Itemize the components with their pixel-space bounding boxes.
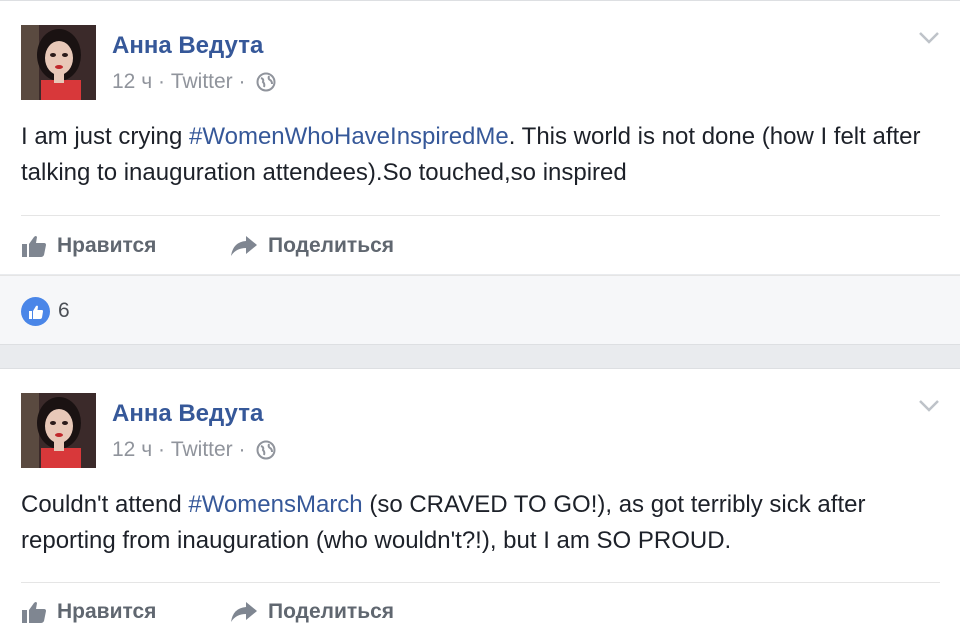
meta-separator: ·: [232, 70, 252, 93]
thumbs-up-icon: [22, 602, 46, 623]
post-source[interactable]: Twitter: [171, 70, 233, 94]
post-time[interactable]: 12 ч: [112, 438, 152, 462]
post-card: Анна Ведута 12 ч · Twitter · Couldn't at…: [0, 368, 960, 634]
hashtag-link[interactable]: #WomenWhoHaveInspiredMe: [189, 123, 509, 150]
share-arrow-icon: [231, 602, 257, 622]
author-avatar[interactable]: [21, 25, 96, 100]
like-button[interactable]: Нравится: [21, 234, 156, 258]
post-meta: 12 ч · Twitter ·: [112, 438, 276, 462]
globe-icon[interactable]: [256, 72, 276, 92]
post-text: Couldn't attend #WomensMarch (so CRAVED …: [21, 487, 941, 559]
post-text: I am just crying #WomenWhoHaveInspiredMe…: [21, 119, 941, 191]
meta-separator: ·: [152, 70, 171, 93]
divider: [21, 215, 940, 216]
share-button[interactable]: Поделиться: [230, 234, 394, 258]
author-name[interactable]: Анна Ведута: [112, 32, 263, 60]
post-text-part: I am just crying: [21, 123, 190, 150]
meta-separator: ·: [152, 438, 171, 461]
divider: [21, 582, 940, 583]
share-arrow-icon: [231, 236, 257, 256]
like-label: Нравится: [57, 234, 157, 257]
post-source[interactable]: Twitter: [171, 438, 233, 462]
post-meta: 12 ч · Twitter ·: [112, 70, 276, 94]
feed-gap: [0, 346, 960, 368]
thumbs-up-icon: [22, 236, 46, 257]
share-label: Поделиться: [268, 234, 395, 257]
globe-icon[interactable]: [256, 440, 276, 460]
hashtag-link[interactable]: #WomensMarch: [188, 491, 362, 518]
author-avatar[interactable]: [21, 393, 96, 468]
share-label: Поделиться: [268, 600, 395, 623]
post-text-part: Couldn't attend: [21, 491, 189, 518]
author-name[interactable]: Анна Ведута: [112, 400, 263, 428]
post-time[interactable]: 12 ч: [112, 70, 152, 94]
share-button[interactable]: Поделиться: [230, 600, 394, 624]
like-button[interactable]: Нравится: [21, 600, 156, 624]
chevron-down-icon[interactable]: [918, 31, 940, 45]
like-reaction-icon[interactable]: [21, 297, 50, 326]
like-label: Нравится: [57, 600, 157, 623]
post-card: Анна Ведута 12 ч · Twitter · I am just c…: [0, 0, 960, 274]
reactions-bar: 6: [0, 275, 960, 345]
reaction-count[interactable]: 6: [58, 299, 70, 323]
chevron-down-icon[interactable]: [918, 399, 940, 413]
meta-separator: ·: [232, 438, 252, 461]
